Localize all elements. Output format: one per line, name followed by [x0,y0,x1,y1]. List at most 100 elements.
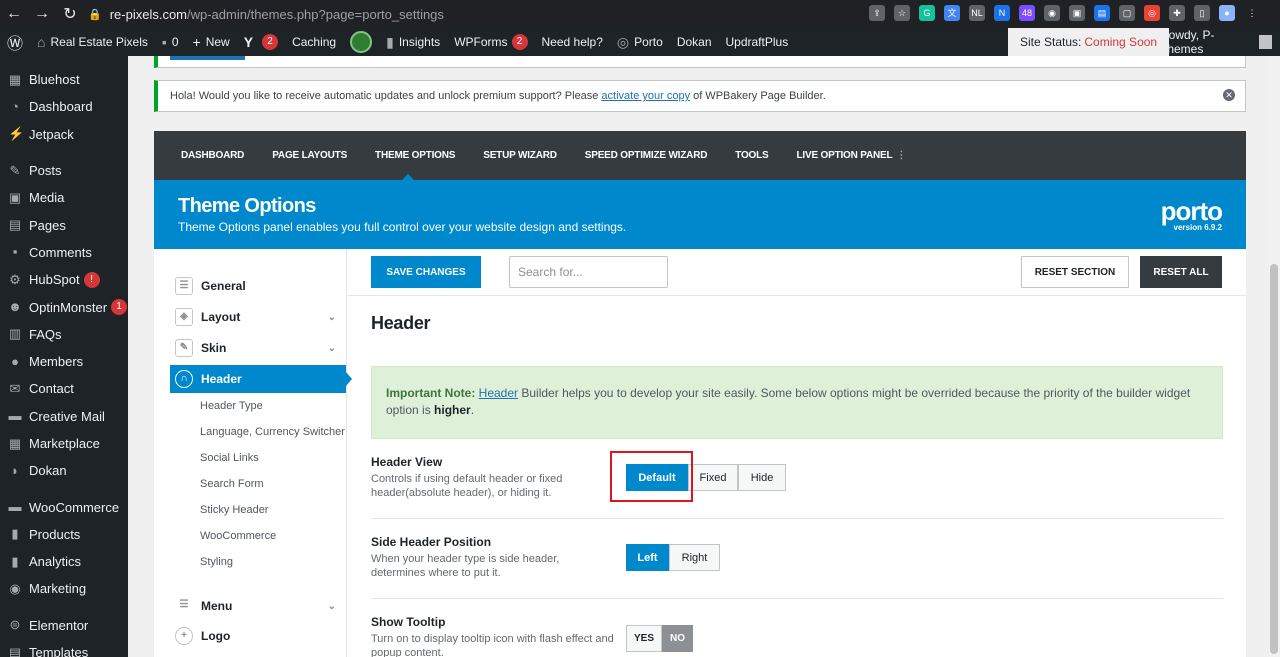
updraftplus-link[interactable]: UpdraftPlus [719,28,796,56]
camera-icon[interactable]: ◉ [1044,5,1060,21]
submenu-header-type[interactable]: Header Type [200,400,263,412]
porto-nav-theme-options[interactable]: THEME OPTIONS [375,150,455,161]
menu-header[interactable]: ∩ Header [170,365,352,393]
notice-button-edge[interactable] [170,56,245,60]
activate-link[interactable]: activate your copy [601,90,690,102]
porto-nav-dashboard[interactable]: DASHBOARD [181,150,244,161]
star-icon[interactable]: ☆ [894,5,910,21]
share-icon[interactable]: ⇪ [869,5,885,21]
picture-icon[interactable]: ▣ [1069,5,1085,21]
sidebar-item-woocommerce[interactable]: ▬ WooCommerce [0,493,128,520]
more-icon[interactable]: ⋮ [896,150,906,161]
profile-icon[interactable]: ● [1219,5,1235,21]
ext-48-icon[interactable]: 48 [1019,5,1035,21]
site-status[interactable]: Site Status: Coming Soon [1008,28,1170,56]
address-bar[interactable]: 🔒 re-pixels.com/wp-admin/themes.php?page… [88,3,848,25]
submenu-styling[interactable]: Styling [200,556,233,568]
submenu-social-links[interactable]: Social Links [200,452,259,464]
porto-nav-page-layouts[interactable]: PAGE LAYOUTS [272,150,347,161]
submenu-search-form[interactable]: Search Form [200,478,264,490]
translate-icon[interactable]: 文 [944,5,960,21]
monster-insights-icon[interactable] [343,28,379,56]
menu-general[interactable]: ☰ General [170,272,346,300]
menu-dots-icon[interactable]: ⋮ [1244,5,1260,21]
need-help-link[interactable]: Need help? [535,28,610,56]
sidebar-item-creative-mail[interactable]: ▬ Creative Mail [0,403,128,430]
sidebar-item-contact[interactable]: ✉ Contact [0,375,128,402]
back-icon[interactable]: ← [0,5,28,23]
tooltip-no[interactable]: NO [662,625,693,652]
save-changes-button[interactable]: SAVE CHANGES [371,256,481,288]
sidebar-item-products[interactable]: ▮ Products [0,521,128,548]
tooltip-yes[interactable]: YES [626,625,662,652]
sidebar-item-pages[interactable]: ▤ Pages [0,211,128,238]
sidebar-item-templates[interactable]: ▤ Templates [0,639,128,657]
sidepanel-icon[interactable]: ▯ [1194,5,1210,21]
menu-menu[interactable]: ☰ Menu ⌄ [170,592,346,620]
sidebar-item-bluehost[interactable]: ▦ Bluehost [0,66,128,93]
sidebar-item-optinmonster[interactable]: ☻ OptinMonster 1 [0,293,128,320]
sidebar-item-label: Bluehost [29,72,80,88]
sidebar-item-dashboard[interactable]: ◔ Dashboard [0,93,128,120]
sidebar-item-jetpack[interactable]: ⚡ Jetpack [0,121,128,148]
sidebar-item-analytics[interactable]: ▮ Analytics [0,548,128,575]
menu-logo[interactable]: + Logo [170,622,346,650]
sidebar-item-label: Pages [29,217,66,233]
porto-link[interactable]: ◎ Porto [610,28,670,56]
window-icon[interactable]: ▢ [1119,5,1135,21]
header-view-hide[interactable]: Hide [738,464,786,491]
porto-nav-setup-wizard[interactable]: SETUP WIZARD [483,150,557,161]
elementor-icon: ⊜ [9,617,21,633]
reset-section-button[interactable]: RESET SECTION [1021,256,1129,288]
reset-all-button[interactable]: RESET ALL [1140,256,1222,288]
caching-link[interactable]: Caching [285,28,343,56]
docs-icon[interactable]: ▤ [1094,5,1110,21]
side-header-right[interactable]: Right [669,544,720,571]
sidebar-item-marketing[interactable]: ◉ Marketing [0,575,128,602]
reload-icon[interactable]: ↻ [56,4,84,24]
new-ext-icon[interactable]: N [994,5,1010,21]
dokan-link[interactable]: Dokan [670,28,719,56]
menu-layout[interactable]: ◈ Layout ⌄ [170,303,346,331]
insights-link[interactable]: ▮ Insights [379,28,447,56]
yoast-link[interactable]: Y2 [237,28,285,56]
side-header-left[interactable]: Left [626,544,669,571]
sidebar-item-posts[interactable]: ✎ Posts [0,157,128,184]
my-account[interactable]: Howdy, P-Themes [1152,28,1280,56]
porto-nav-speed-optimize-wizard[interactable]: SPEED OPTIMIZE WIZARD [585,150,708,161]
options-main: SAVE CHANGES RESET SECTION RESET ALL Hea… [348,249,1246,657]
sidebar-item-marketplace[interactable]: ▦ Marketplace [0,430,128,457]
page-scrollbar[interactable] [1268,56,1280,657]
sidebar-item-members[interactable]: ● Members [0,348,128,375]
submenu-sticky-header[interactable]: Sticky Header [200,504,268,516]
sidebar-item-faqs[interactable]: ▥ FAQs [0,321,128,348]
sidebar-item-media[interactable]: ▣ Media [0,184,128,211]
sidebar-item-elementor[interactable]: ⊜ Elementor [0,612,128,639]
show-tooltip-toggle[interactable]: YES NO [626,625,693,652]
submenu-language-currency-switcher[interactable]: Language, Currency Switcher [200,426,345,438]
header-view-fixed[interactable]: Fixed [688,464,738,491]
sidebar-item-comments[interactable]: ▪ Comments [0,239,128,266]
grammarly-icon[interactable]: G [919,5,935,21]
submenu-woocommerce[interactable]: WooCommerce [200,530,276,542]
wp-logo-icon[interactable]: Ⓦ [0,28,30,56]
comments-link[interactable]: ▪ 0 [155,28,186,56]
nl-ext-icon[interactable]: NL [969,5,985,21]
chrome-ext-icon[interactable]: ◎ [1144,5,1160,21]
close-icon[interactable]: ✕ [1223,89,1235,101]
sidebar-item-dokan[interactable]: ◗ Dokan [0,457,128,484]
scrollbar-thumb[interactable] [1270,264,1278,654]
sidebar-item-hubspot[interactable]: ⚙ HubSpot! [0,266,128,293]
menu-skin[interactable]: ✎ Skin ⌄ [170,334,346,362]
note-header-link[interactable]: Header [479,386,518,400]
site-name-link[interactable]: ⌂ Real Estate Pixels [30,28,155,56]
sidebar-item-label: Templates [29,645,89,657]
porto-nav-live-option-panel[interactable]: LIVE OPTION PANEL [797,150,893,161]
woo-icon: ▬ [8,499,22,515]
puzzle-icon[interactable]: ✚ [1169,5,1185,21]
new-link[interactable]: + New [186,28,237,56]
porto-nav-tools[interactable]: TOOLS [735,150,768,161]
search-input[interactable] [509,256,668,288]
forward-icon[interactable]: → [28,5,56,23]
wpforms-link[interactable]: WPForms 2 [447,28,534,56]
